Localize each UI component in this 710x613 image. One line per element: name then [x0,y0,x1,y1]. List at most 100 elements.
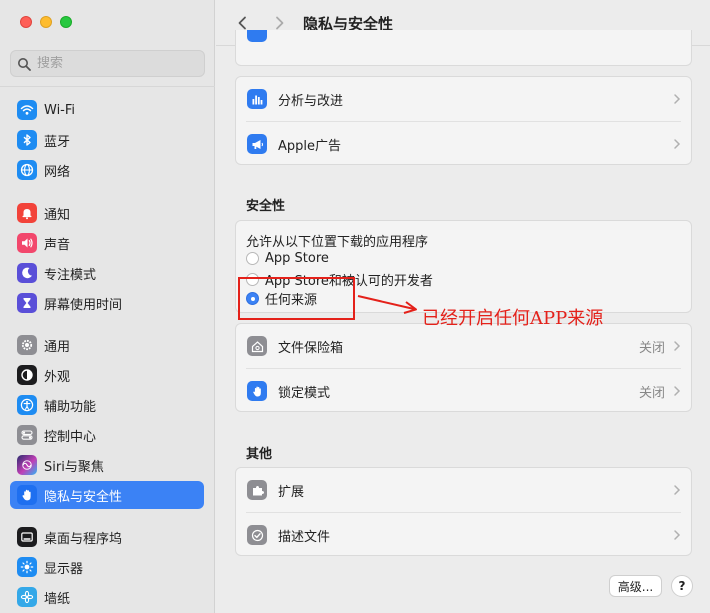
window-controls [20,16,72,28]
sidebar-item-label: 网络 [44,164,71,180]
puzzle-icon [247,480,267,500]
sidebar-item-notifications[interactable]: 通知 [10,199,204,227]
sidebar-item-desktop-dock[interactable]: 桌面与程序坞 [10,523,204,551]
sidebar-item-general[interactable]: 通用 [10,331,204,359]
sidebar-item-bluetooth[interactable]: 蓝牙 [10,126,204,154]
control-center-icon [17,425,37,445]
sidebar-item-screen-time[interactable]: 屏幕使用时间 [10,289,204,317]
chevron-right-icon [674,94,681,104]
lockdown-mode-row[interactable]: 锁定模式 关闭 [236,369,691,413]
sidebar: Wi-Fi 蓝牙 网络 通知 声音 专注模式 屏幕使用时间 [0,0,215,613]
siri-icon [17,455,37,475]
sidebar-item-label: 声音 [44,237,71,253]
chevron-right-icon [674,341,681,351]
chevron-left-icon [238,16,246,30]
privacy-card: 分析与改进 Apple广告 [235,76,692,165]
search-input[interactable] [37,56,187,71]
sidebar-item-label: 通知 [44,207,71,223]
sidebar-item-network[interactable]: 网络 [10,156,204,184]
search-field[interactable] [10,50,205,77]
sidebar-item-label: 控制中心 [44,429,97,445]
profiles-row[interactable]: 描述文件 [236,513,691,557]
section-title-security: 安全性 [246,199,286,214]
sidebar-item-focus[interactable]: 专注模式 [10,259,204,287]
analytics-row[interactable]: 分析与改进 [236,77,691,121]
sidebar-divider [0,86,215,87]
sidebar-item-displays[interactable]: 显示器 [10,553,204,581]
chevron-right-icon [674,485,681,495]
sidebar-item-label: 辅助功能 [44,399,97,415]
chevron-right-icon [674,530,681,540]
radio-app-store[interactable]: App Store [246,251,329,266]
hand-icon [247,381,267,401]
sidebar-item-label: 专注模式 [44,267,97,283]
scrolled-card [235,30,692,66]
globe-icon [17,160,37,180]
dock-icon [17,527,37,547]
notification-bell-icon [17,203,37,223]
sidebar-item-label: 墙纸 [44,591,71,607]
sidebar-item-appearance[interactable]: 外观 [10,361,204,389]
sidebar-item-label: 显示器 [44,561,84,577]
sidebar-item-siri-spotlight[interactable]: Siri与聚焦 [10,451,204,479]
sidebar-item-wallpaper[interactable]: 墙纸 [10,583,204,611]
speaker-icon [17,233,37,253]
extensions-row[interactable]: 扩展 [236,468,691,512]
sidebar-item-label: 屏幕使用时间 [44,297,123,313]
radio-label: App Store [265,251,329,266]
advanced-button[interactable]: 高级... [609,575,662,597]
row-label: 锁定模式 [278,385,331,401]
annotation-highlight-box [238,277,355,320]
chevron-right-icon [674,139,681,149]
gear-icon [17,335,37,355]
chevron-right-icon [674,386,681,396]
sidebar-item-accessibility[interactable]: 辅助功能 [10,391,204,419]
apple-ads-row[interactable]: Apple广告 [236,122,691,166]
clipped-row-icon [247,30,267,42]
chevron-right-icon [276,16,284,30]
filevault-row[interactable]: 文件保险箱 关闭 [236,324,691,368]
sidebar-item-control-center[interactable]: 控制中心 [10,421,204,449]
hand-icon [17,485,37,505]
minimize-window-button[interactable] [40,16,52,28]
house-lock-icon [247,336,267,356]
hourglass-icon [17,293,37,313]
close-window-button[interactable] [20,16,32,28]
radio-button[interactable] [246,252,259,265]
appearance-icon [17,365,37,385]
section-title-other: 其他 [246,447,273,462]
bluetooth-icon [17,130,37,150]
wifi-icon [17,100,37,120]
zoom-window-button[interactable] [60,16,72,28]
sidebar-item-label: 外观 [44,369,71,385]
sidebar-item-sound[interactable]: 声音 [10,229,204,257]
sidebar-item-label: 隐私与安全性 [44,489,123,505]
sun-icon [17,557,37,577]
annotation-arrow-icon [357,295,417,314]
bar-chart-icon [247,89,267,109]
help-button[interactable]: ? [671,575,693,597]
other-card: 扩展 描述文件 [235,467,692,556]
sidebar-item-privacy-security[interactable]: 隐私与安全性 [10,481,204,509]
allow-downloads-label: 允许从以下位置下载的应用程序 [246,235,429,250]
row-label: Apple广告 [278,138,342,154]
sidebar-item-label: Siri与聚焦 [44,459,104,475]
row-label: 分析与改进 [278,93,344,109]
moon-icon [17,263,37,283]
sidebar-item-label: 蓝牙 [44,134,71,150]
row-value: 关闭 [638,385,665,401]
sidebar-item-label: 桌面与程序坞 [44,531,123,547]
sidebar-item-label: Wi-Fi [44,102,76,118]
search-icon [18,57,31,71]
megaphone-icon [247,134,267,154]
checkmark-seal-icon [247,525,267,545]
row-label: 描述文件 [278,529,331,545]
annotation-text: 已经开启任何APP来源 [422,308,604,329]
sidebar-item-label: 通用 [44,339,71,355]
accessibility-icon [17,395,37,415]
row-label: 文件保险箱 [278,340,344,356]
row-value: 关闭 [638,340,665,356]
row-label: 扩展 [278,484,305,500]
sidebar-item-wifi[interactable]: Wi-Fi [10,96,204,124]
security-rows-card: 文件保险箱 关闭 锁定模式 关闭 [235,323,692,412]
